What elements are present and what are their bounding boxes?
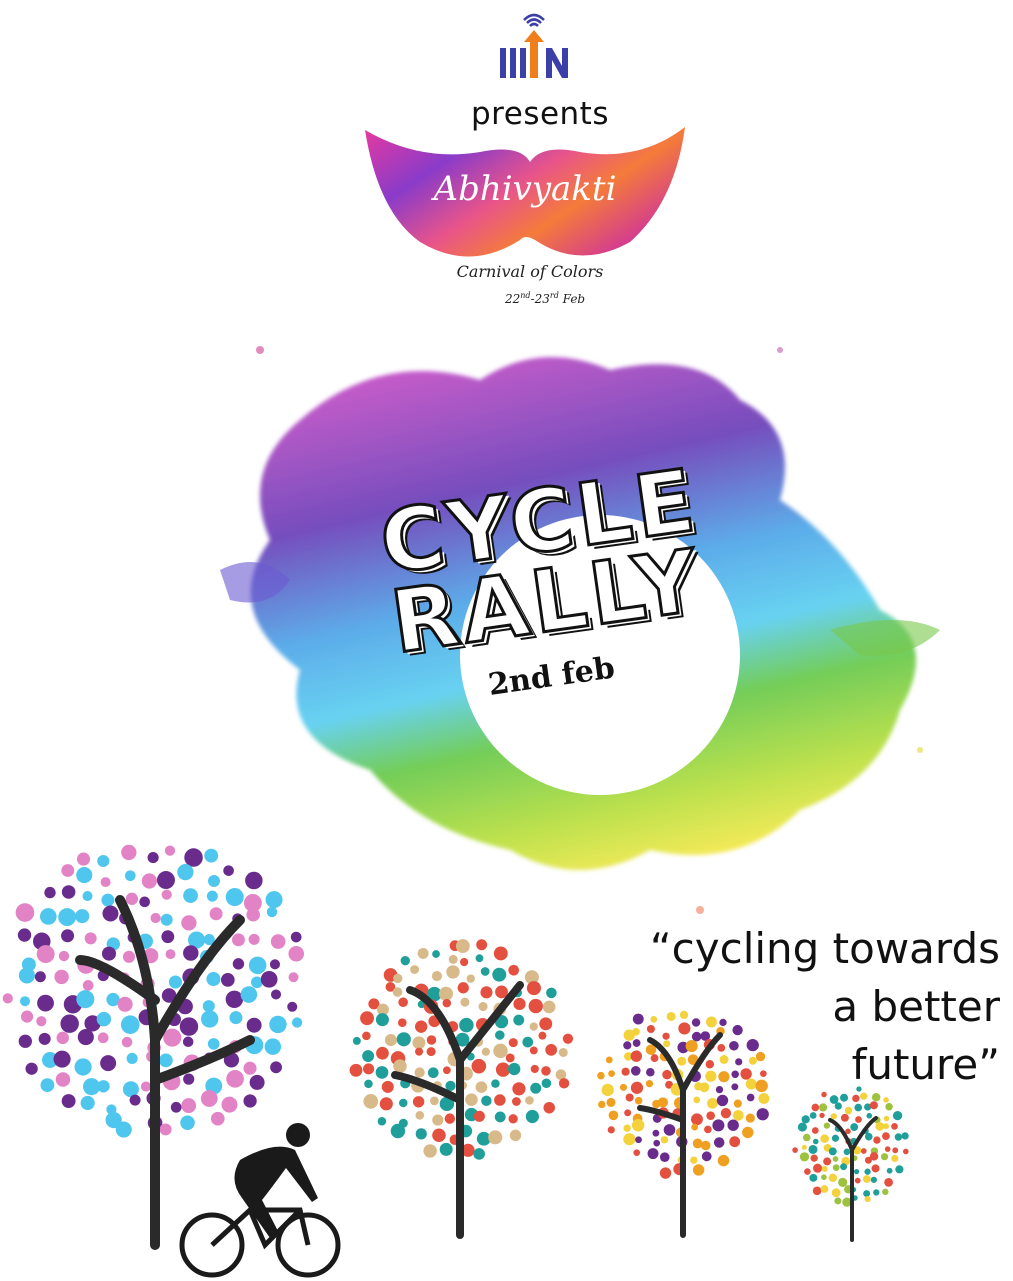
abhivyakti-mask-logo: Abhivyakti	[365, 127, 685, 257]
event-tagline: Carnival of Colors	[456, 262, 604, 281]
iiit-logo	[500, 13, 568, 78]
event-dates: 22nd-23rd Feb	[505, 291, 586, 306]
quote-line-1: “cycling towards	[649, 924, 1000, 973]
quote-text: “cycling towards a better future”	[560, 920, 1000, 1094]
quote-line-3: future”	[851, 1040, 1000, 1089]
cycle-rally-title: CYCLE RALLY 2nd feb	[373, 440, 709, 749]
event-name: Abhivyakti	[431, 169, 617, 209]
quote-line-2: a better	[832, 982, 1000, 1031]
cyclist-icon	[179, 1123, 341, 1278]
